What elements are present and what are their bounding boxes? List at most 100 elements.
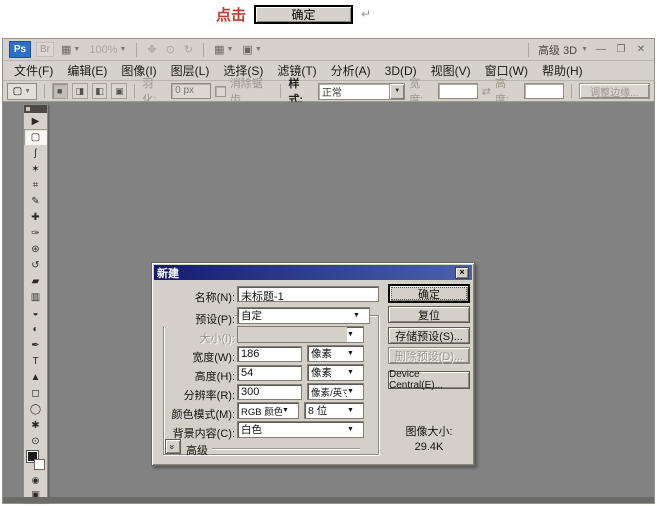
image-size-value: 29.4K (388, 441, 470, 453)
antialias-checkbox[interactable] (215, 86, 226, 97)
lasso-tool[interactable]: ʃ (24, 145, 47, 161)
new-selection-button[interactable]: ■ (52, 83, 68, 99)
save-preset-button[interactable]: 存储预设(S)... (388, 327, 470, 344)
blur-tool[interactable]: ◒ (24, 305, 47, 321)
divider (212, 448, 360, 449)
preset-label: 预设(P): (154, 311, 235, 327)
swap-dimensions-icon[interactable]: ⇄ (482, 85, 491, 98)
bit-depth-dropdown[interactable]: 8 位 ▼ (304, 402, 364, 419)
refine-edge-button[interactable]: 调整边缘... (579, 83, 650, 99)
3d-rotate-tool[interactable]: ◯ (24, 401, 47, 417)
zoom-tool[interactable]: ⊙ (24, 433, 47, 449)
ok-button[interactable]: 确定 (388, 284, 470, 303)
gradient-tool[interactable]: ▥ (24, 289, 47, 305)
zoom-icon[interactable]: ⊙ (164, 43, 177, 56)
preset-dropdown[interactable]: 自定 ▼ (237, 307, 370, 324)
type-tool[interactable]: T (24, 353, 47, 369)
zoom-level-dropdown[interactable]: 100%▼ (87, 44, 128, 56)
separator (528, 43, 529, 57)
menu-bar: 文件(F) 编辑(E) 图像(I) 图层(L) 选择(S) 滤镜(T) 分析(A… (3, 61, 654, 81)
options-bar: ▢ ▼ ■ ◨ ◧ ▣ 羽化: 0 px 消除锯齿 样式: 正常 ▼ 宽度: ⇄… (3, 81, 654, 102)
quick-mask-button[interactable]: ◉ (24, 473, 47, 487)
window-bottom-edge (3, 497, 654, 503)
dialog-title-bar[interactable]: 新建 × (154, 265, 472, 280)
history-brush-tool[interactable]: ↺ (24, 257, 47, 273)
clone-stamp-tool[interactable]: ⊛ (24, 241, 47, 257)
path-selection-tool[interactable]: ▲ (24, 369, 47, 385)
new-document-dialog: 新建 × 名称(N): 未标题-1 预设(P): 自定 ▼ 大小(I): ▼ 宽… (151, 262, 475, 466)
shape-tool[interactable]: ◻ (24, 385, 47, 401)
chevron-down-icon: ▼ (24, 88, 31, 95)
brush-tool[interactable]: ✑ (24, 225, 47, 241)
color-mode-label: 颜色模式(M): (154, 406, 235, 422)
hand-icon[interactable]: ✥ (145, 43, 158, 56)
separator (44, 84, 45, 98)
advanced-label: 高级 (186, 442, 208, 458)
style-dropdown[interactable]: 正常 ▼ (318, 83, 405, 100)
document-canvas-area: ▶ ▢ ʃ ✶ ⌗ ✎ ✚ ✑ ⊛ ↺ ▰ ▥ ◒ ◐ ✒ T ▲ ◻ ◯ ✱ … (3, 102, 654, 497)
background-contents-dropdown[interactable]: 白色 ▼ (237, 421, 364, 438)
workspace-switcher[interactable]: 高级 3D▼ (538, 42, 588, 58)
double-chevron-icon: » (168, 444, 178, 449)
separator (203, 43, 204, 57)
crop-tool[interactable]: ⌗ (24, 177, 47, 193)
separator (571, 84, 572, 98)
intersect-selection-button[interactable]: ▣ (111, 83, 127, 99)
annotation-ok-button: 确定 (254, 5, 353, 24)
magic-wand-tool[interactable]: ✶ (24, 161, 47, 177)
size-dropdown: ▼ (237, 326, 364, 343)
chevron-down-icon: ▼ (347, 350, 363, 357)
rotate-view-icon[interactable]: ↻ (182, 43, 195, 56)
minimize-button[interactable]: — (594, 44, 608, 55)
annotation-text: 点击 (216, 4, 246, 25)
toolbox-palette: ▶ ▢ ʃ ✶ ⌗ ✎ ✚ ✑ ⊛ ↺ ▰ ▥ ◒ ◐ ✒ T ▲ ◻ ◯ ✱ … (23, 104, 48, 502)
reset-button[interactable]: 复位 (388, 306, 470, 323)
subtract-from-selection-button[interactable]: ◧ (92, 83, 108, 99)
height-unit-dropdown[interactable]: 像素 ▼ (307, 364, 364, 381)
width-input[interactable] (438, 83, 478, 99)
separator (280, 84, 281, 98)
dialog-title: 新建 (157, 265, 179, 281)
device-central-button[interactable]: Device Central(E)... (388, 371, 470, 389)
add-to-selection-button[interactable]: ◨ (72, 83, 88, 99)
separator (136, 43, 137, 57)
menu-file[interactable]: 文件(F) (7, 60, 60, 81)
menu-layer[interactable]: 图层(L) (164, 60, 217, 81)
width-input[interactable]: 186 (237, 346, 302, 362)
healing-brush-tool[interactable]: ✚ (24, 209, 47, 225)
resolution-input[interactable]: 300 (237, 384, 302, 400)
bridge-button[interactable]: Br (36, 42, 54, 57)
chevron-down-icon: ▼ (347, 388, 363, 395)
arrange-documents-icon[interactable]: ▦▼ (212, 43, 235, 56)
advanced-expand-button[interactable]: » (165, 439, 181, 454)
name-input[interactable]: 未标题-1 (237, 286, 379, 302)
color-mode-dropdown[interactable]: RGB 颜色 ▼ (237, 402, 299, 419)
close-button[interactable]: ✕ (634, 44, 648, 55)
eyedropper-tool[interactable]: ✎ (24, 193, 47, 209)
tool-preset-picker[interactable]: ▢ ▼ (7, 83, 37, 100)
paragraph-return-mark: ↵ (361, 7, 371, 21)
view-extras-icon[interactable]: ▦▼ (59, 43, 82, 56)
screen-mode-icon[interactable]: ▣▼ (240, 43, 263, 56)
eraser-tool[interactable]: ▰ (24, 273, 47, 289)
background-color-swatch[interactable] (34, 459, 45, 470)
marquee-icon: ▢ (13, 86, 22, 97)
hand-tool[interactable]: ✱ (24, 417, 47, 433)
image-size-label: 图像大小: (388, 423, 470, 439)
height-input[interactable] (524, 83, 564, 99)
height-input[interactable]: 54 (237, 365, 302, 381)
dialog-close-button[interactable]: × (455, 267, 469, 279)
toolbox-grip[interactable] (24, 105, 47, 113)
pen-tool[interactable]: ✒ (24, 337, 47, 353)
dodge-tool[interactable]: ◐ (24, 321, 47, 337)
feather-input[interactable]: 0 px (171, 83, 211, 99)
menu-help[interactable]: 帮助(H) (535, 60, 590, 81)
rectangular-marquee-tool[interactable]: ▢ (24, 129, 47, 145)
menu-edit[interactable]: 编辑(E) (60, 60, 114, 81)
resolution-unit-dropdown[interactable]: 像素/英寸 ▼ (307, 383, 364, 400)
menu-analysis[interactable]: 分析(A) (324, 60, 378, 81)
restore-button[interactable]: ❐ (614, 44, 628, 55)
width-unit-dropdown[interactable]: 像素 ▼ (307, 345, 364, 362)
chevron-down-icon: ▼ (389, 84, 404, 99)
move-tool[interactable]: ▶ (24, 113, 47, 129)
